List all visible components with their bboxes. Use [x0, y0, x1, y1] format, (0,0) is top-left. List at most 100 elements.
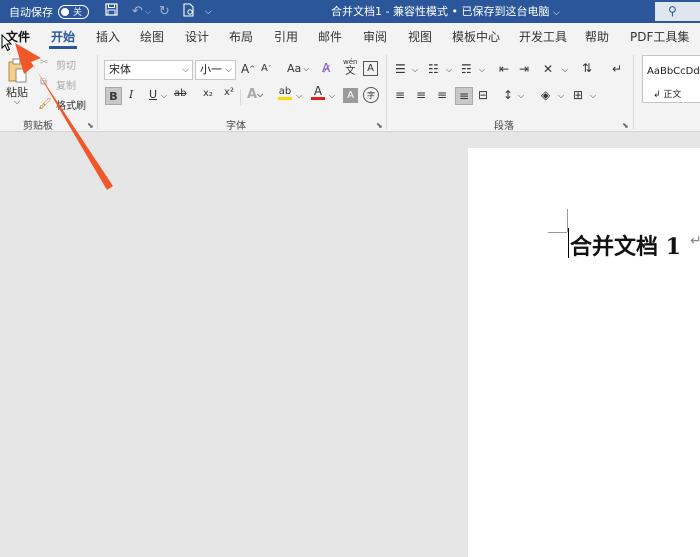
character-shading-button[interactable]: A: [343, 88, 358, 103]
borders-dropdown-icon[interactable]: ⌵: [590, 91, 596, 101]
customize-qat-icon[interactable]: ⌵: [205, 7, 212, 17]
paragraph-mark-icon[interactable]: ↵: [612, 62, 622, 76]
character-border-button[interactable]: A: [363, 61, 378, 76]
grow-font-button[interactable]: A ^: [241, 62, 255, 76]
line-spacing-dropdown-icon[interactable]: ⌵: [518, 91, 524, 101]
font-name-select[interactable]: 宋体 ⌵: [104, 60, 193, 80]
print-preview-icon[interactable]: [182, 2, 195, 21]
paste-dropdown-icon[interactable]: ⌵: [14, 97, 20, 107]
style-normal[interactable]: AaBbCcDd ↲ 正文: [642, 55, 700, 103]
font-color-bar: [311, 97, 325, 100]
font-size-value: 小一: [200, 63, 222, 76]
chevron-down-icon: ⌵: [182, 65, 189, 75]
italic-button[interactable]: I: [129, 88, 133, 101]
tab-view[interactable]: 视图: [408, 23, 432, 51]
cut-icon[interactable]: ✂: [40, 57, 48, 68]
redo-icon[interactable]: ↻: [159, 4, 170, 19]
tab-pdf-tools[interactable]: PDF工具集: [630, 23, 689, 51]
tab-insert[interactable]: 插入: [96, 23, 120, 51]
enclose-characters-button[interactable]: 字: [363, 87, 379, 103]
toggle-knob: [61, 7, 69, 16]
group-divider: [633, 55, 634, 129]
increase-indent-icon[interactable]: ⇥: [519, 62, 529, 76]
line-spacing-icon[interactable]: ↕: [503, 88, 513, 102]
multilevel-dropdown-icon[interactable]: ⌵: [479, 65, 485, 75]
bold-button[interactable]: B: [105, 87, 122, 105]
justify-icon[interactable]: ≡: [455, 87, 473, 105]
clipboard-group-label: 剪贴板: [23, 121, 53, 132]
strikethrough-button[interactable]: ab: [174, 88, 186, 99]
undo-icon[interactable]: ↶: [132, 4, 143, 19]
sort-icon[interactable]: ⇅: [582, 61, 592, 75]
paragraph-launcher-icon[interactable]: ⬊: [622, 121, 629, 130]
align-center-icon[interactable]: ≡: [416, 88, 426, 102]
undo-dropdown-icon[interactable]: ⌵: [145, 7, 151, 17]
tab-help[interactable]: 帮助: [585, 23, 609, 51]
group-divider: [97, 55, 98, 129]
save-icon[interactable]: [105, 3, 118, 20]
borders-icon[interactable]: ⊞: [573, 88, 583, 102]
numbering-dropdown-icon[interactable]: ⌵: [446, 65, 452, 75]
text-effects-button[interactable]: A ⌵: [247, 87, 263, 102]
highlight-icon: ab: [278, 86, 292, 97]
phonetic-guide-button[interactable]: wén 文: [343, 58, 357, 77]
copy-icon[interactable]: ⧉: [40, 77, 47, 88]
document-page[interactable]: [468, 148, 700, 557]
search-icon[interactable]: ⚲: [655, 2, 700, 21]
margin-corner-mark: [548, 232, 567, 233]
tab-template-center[interactable]: 模板中心: [452, 23, 500, 51]
change-case-button[interactable]: Aa ⌵: [287, 62, 309, 75]
format-painter-button[interactable]: 格式刷: [56, 97, 86, 112]
shrink-font-icon: A: [261, 63, 268, 74]
document-title-text: 合并文档1 - 兼容性模式 • 已保存到这台电脑: [331, 5, 550, 18]
shading-dropdown-icon[interactable]: ⌵: [558, 91, 564, 101]
tab-developer[interactable]: 开发工具: [519, 23, 567, 51]
tab-mailings[interactable]: 邮件: [318, 23, 342, 51]
tab-references[interactable]: 引用: [274, 23, 298, 51]
bullets-dropdown-icon[interactable]: ⌵: [412, 65, 418, 75]
chinese-layout-icon[interactable]: ✕: [543, 62, 553, 76]
tab-design[interactable]: 设计: [185, 23, 209, 51]
font-size-select[interactable]: 小一 ⌵: [195, 60, 236, 80]
distributed-icon[interactable]: ⊟: [478, 88, 488, 102]
shrink-font-button[interactable]: Aˇ: [261, 63, 271, 74]
superscript-button[interactable]: x²: [224, 87, 234, 98]
font-color-dropdown-icon[interactable]: ⌵: [329, 91, 335, 101]
tab-review[interactable]: 审阅: [363, 23, 387, 51]
copy-button[interactable]: 复制: [56, 77, 76, 92]
chinese-layout-dropdown-icon[interactable]: ⌵: [562, 65, 568, 75]
tab-home[interactable]: 开始: [48, 23, 78, 51]
font-color-button[interactable]: A: [311, 85, 325, 100]
autosave[interactable]: 自动保存 关: [9, 4, 89, 20]
document-title: 合并文档1 - 兼容性模式 • 已保存到这台电脑 ⌵: [331, 0, 560, 23]
align-left-icon[interactable]: ≡: [395, 88, 405, 102]
subscript-button[interactable]: x₂: [203, 88, 213, 99]
clear-formatting-icon[interactable]: A̷: [322, 61, 330, 75]
align-right-icon[interactable]: ≡: [437, 88, 447, 102]
font-launcher-icon[interactable]: ⬊: [376, 121, 383, 130]
paragraph-group-label: 段落: [494, 121, 514, 132]
format-painter-icon[interactable]: 🖌: [38, 97, 52, 110]
decrease-indent-icon[interactable]: ⇤: [499, 62, 509, 76]
group-divider: [386, 55, 387, 129]
numbering-icon[interactable]: ☷: [428, 62, 439, 76]
paste-icon[interactable]: [6, 57, 28, 85]
autosave-toggle[interactable]: 关: [58, 4, 89, 19]
highlight-button[interactable]: ab: [278, 87, 292, 100]
tab-layout[interactable]: 布局: [229, 23, 253, 51]
change-case-icon: Aa: [287, 62, 302, 75]
cut-button[interactable]: 剪切: [56, 57, 76, 72]
paragraph-mark: ↵: [690, 233, 700, 249]
underline-button[interactable]: U: [149, 88, 157, 101]
highlight-dropdown-icon[interactable]: ⌵: [296, 91, 302, 101]
title-dropdown-icon[interactable]: ⌵: [553, 8, 560, 18]
underline-dropdown-icon[interactable]: ⌵: [161, 91, 167, 101]
multilevel-list-icon[interactable]: ☶: [461, 62, 472, 76]
bullets-icon[interactable]: ☰: [395, 62, 406, 76]
chevron-down-icon: ⌵: [225, 65, 232, 75]
text-cursor: [568, 228, 569, 258]
clipboard-launcher-icon[interactable]: ⬊: [87, 121, 94, 130]
shading-bucket-icon[interactable]: ◈: [541, 88, 550, 102]
tab-draw[interactable]: 绘图: [140, 23, 164, 51]
document-heading[interactable]: 合并文档 1: [570, 229, 681, 261]
